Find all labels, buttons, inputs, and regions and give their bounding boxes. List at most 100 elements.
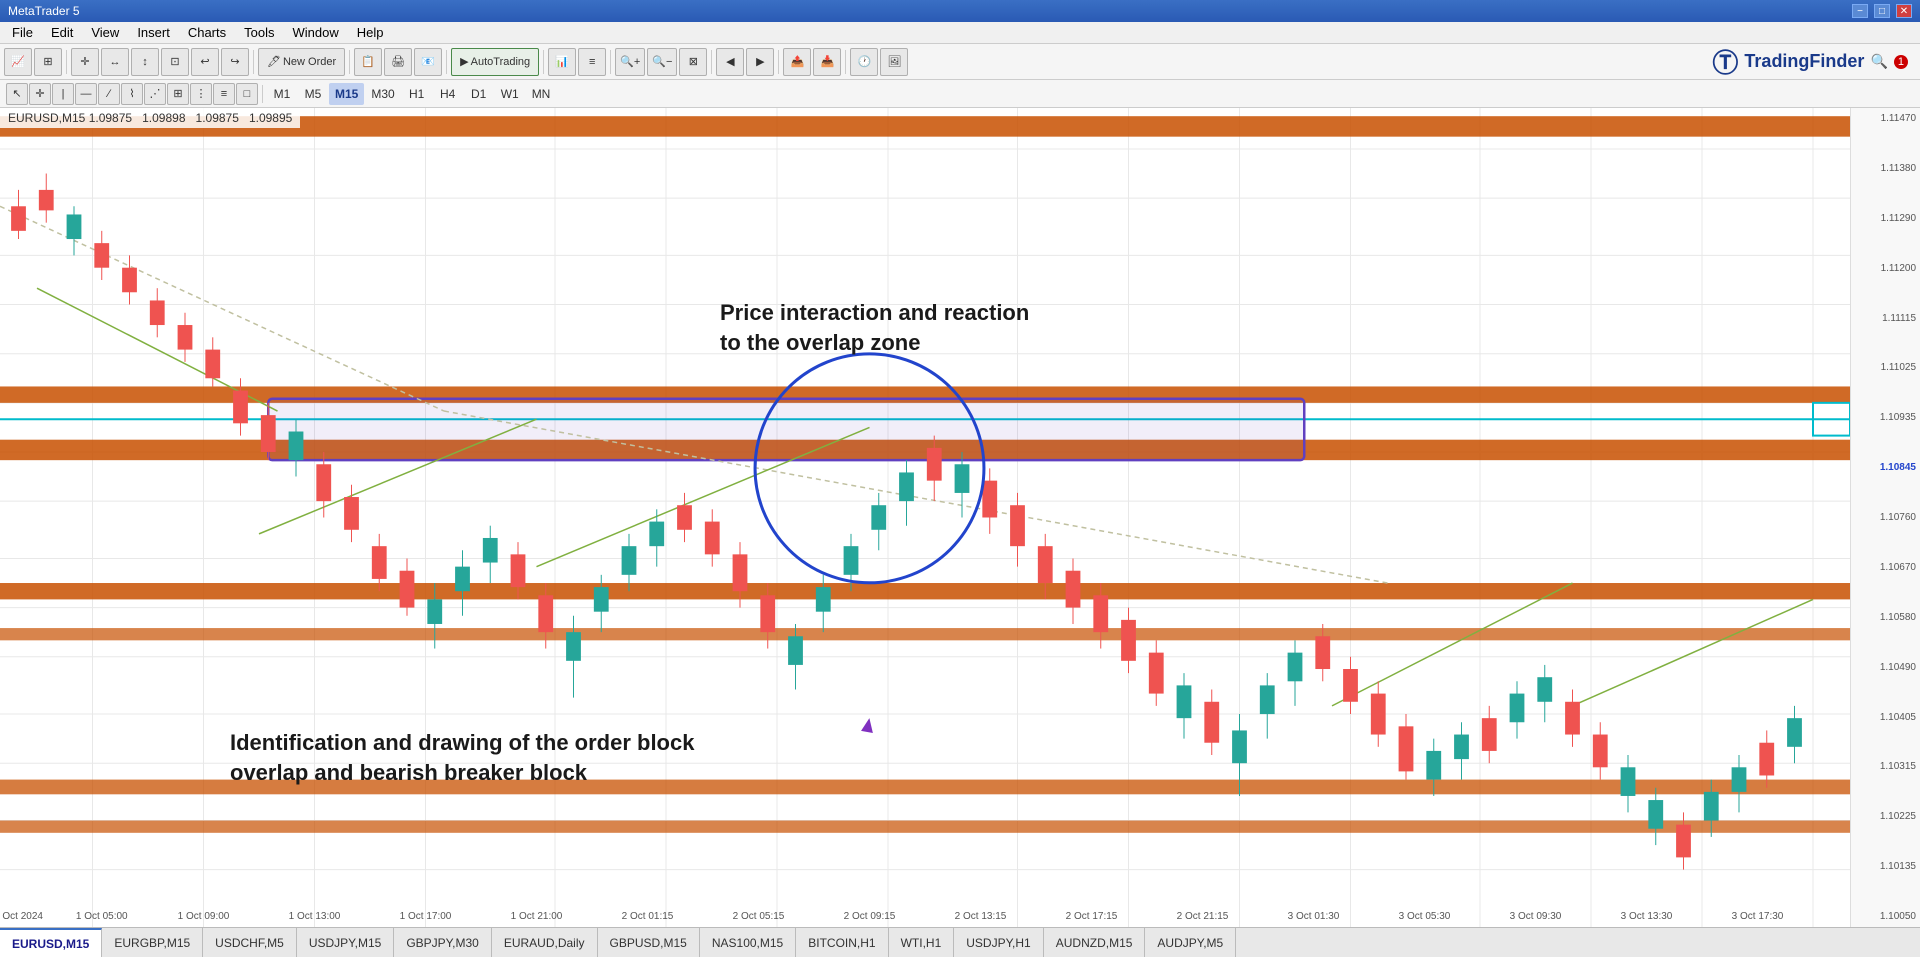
gann-tool[interactable]: ⋮ — [190, 83, 212, 105]
toolbar-sep-2 — [253, 50, 254, 74]
symbol-tab-usdjpy-h1[interactable]: USDJPY,H1 — [954, 928, 1043, 957]
search-icon[interactable]: 🔍 — [1870, 53, 1887, 70]
template-button[interactable]: ⊞ — [34, 48, 62, 76]
tf-d1[interactable]: D1 — [464, 83, 494, 105]
symbol-tab-wti-h1[interactable]: WTI,H1 — [889, 928, 955, 957]
menu-help[interactable]: Help — [349, 23, 392, 42]
crosshair-button[interactable]: ✛ — [71, 48, 99, 76]
autotrading-button[interactable]: ▶ AutoTrading — [451, 48, 539, 76]
symbol-tab-bitcoin-h1[interactable]: BITCOIN,H1 — [796, 928, 888, 957]
svg-text:1 Oct 05:00: 1 Oct 05:00 — [76, 911, 128, 922]
menu-edit[interactable]: Edit — [43, 23, 81, 42]
template-icon: ⊞ — [43, 55, 52, 68]
new-order-label: New Order — [283, 56, 336, 68]
symbol-tab-usdchf-m5[interactable]: USDCHF,M5 — [203, 928, 297, 957]
vline-tool[interactable]: | — [52, 83, 74, 105]
chart-svg[interactable]: 1 Oct 2024 1 Oct 05:00 1 Oct 09:00 1 Oct… — [0, 108, 1850, 927]
window-list-button[interactable]: ⊠ — [679, 48, 707, 76]
text-tool[interactable]: ≡ — [213, 83, 235, 105]
new-chart-button[interactable]: 📈 — [4, 48, 32, 76]
svg-text:1 Oct 09:00: 1 Oct 09:00 — [178, 911, 230, 922]
maximize-button[interactable]: □ — [1874, 4, 1890, 18]
zoom-minus-button[interactable]: 🔍− — [647, 48, 677, 76]
price-label-7: 1.10935 — [1855, 412, 1916, 423]
svg-text:2 Oct 21:15: 2 Oct 21:15 — [1177, 911, 1229, 922]
menu-tools[interactable]: Tools — [236, 23, 282, 42]
menu-view[interactable]: View — [83, 23, 127, 42]
symbol-tab-nas100-m15[interactable]: NAS100,M15 — [700, 928, 796, 957]
shape-tool[interactable]: □ — [236, 83, 258, 105]
title-bar-controls: − □ ✕ — [1852, 4, 1912, 18]
symbol-tab-gbpjpy-m30[interactable]: GBPJPY,M30 — [394, 928, 491, 957]
cursor-tool[interactable]: ↖ — [6, 83, 28, 105]
channel-tool[interactable]: ⌇ — [121, 83, 143, 105]
tf-w1[interactable]: W1 — [495, 83, 525, 105]
price-label-15: 1.10225 — [1855, 811, 1916, 822]
menu-window[interactable]: Window — [284, 23, 346, 42]
menu-bar: File Edit View Insert Charts Tools Windo… — [0, 22, 1920, 44]
tf-m30[interactable]: M30 — [365, 83, 400, 105]
menu-charts[interactable]: Charts — [180, 23, 234, 42]
chart-price-6 — [242, 111, 245, 125]
chart-price-3: 1.09898 — [142, 111, 185, 125]
clock-button[interactable]: 🕐 — [850, 48, 878, 76]
tf-h1[interactable]: H1 — [402, 83, 432, 105]
symbol-tab-usdjpy-m15[interactable]: USDJPY,M15 — [297, 928, 394, 957]
chart-container[interactable]: EURUSD,M15 1.09875 1.09898 1.09875 1.098… — [0, 108, 1920, 927]
tf-m5[interactable]: M5 — [298, 83, 328, 105]
symbol-tab-audnzd-m15[interactable]: AUDNZD,M15 — [1044, 928, 1146, 957]
pitchfork-tool[interactable]: ⋰ — [144, 83, 166, 105]
tf-h4[interactable]: H4 — [433, 83, 463, 105]
price-label-4: 1.11200 — [1855, 263, 1916, 274]
object-list-button[interactable]: ≡ — [578, 48, 606, 76]
hline-tool[interactable]: — — [75, 83, 97, 105]
redo-button[interactable]: ↪ — [221, 48, 249, 76]
email-button[interactable]: 📧 — [414, 48, 442, 76]
menu-file[interactable]: File — [4, 23, 41, 42]
price-label-2: 1.11380 — [1855, 163, 1916, 174]
screenshot-button[interactable]: 🖼 — [880, 48, 908, 76]
symbol-tab-gbpusd-m15[interactable]: GBPUSD,M15 — [598, 928, 700, 957]
chart-info: EURUSD,M15 1.09875 1.09898 1.09875 1.098… — [0, 108, 300, 128]
indicator-button[interactable]: 📊 — [548, 48, 576, 76]
crosshair-tool[interactable]: ✛ — [29, 83, 51, 105]
tf-mn[interactable]: MN — [526, 83, 557, 105]
symbol-tab-eurusd-m15[interactable]: EURUSD,M15 — [0, 928, 102, 957]
symbol-tab-audjpy-m5[interactable]: AUDJPY,M5 — [1145, 928, 1236, 957]
tf-m1[interactable]: M1 — [267, 83, 297, 105]
price-label-12: 1.10490 — [1855, 662, 1916, 673]
buy-button[interactable]: 📤 — [783, 48, 811, 76]
new-order-button[interactable]: 🖊 New Order — [258, 48, 345, 76]
minimize-button[interactable]: − — [1852, 4, 1868, 18]
print-button[interactable]: 🖨 — [384, 48, 412, 76]
close-button[interactable]: ✕ — [1896, 4, 1912, 18]
svg-text:3 Oct 17:30: 3 Oct 17:30 — [1732, 911, 1784, 922]
orange-band-lower1 — [0, 780, 1850, 795]
scroll-button[interactable]: ⊡ — [161, 48, 189, 76]
zoom-plus-button[interactable]: 🔍+ — [615, 48, 645, 76]
notification-badge: 1 — [1894, 55, 1908, 69]
autotrading-icon: ▶ — [460, 55, 468, 68]
autotrading-label: AutoTrading — [471, 56, 531, 68]
svg-text:2 Oct 01:15: 2 Oct 01:15 — [622, 911, 674, 922]
toolbar-sep-8 — [778, 50, 779, 74]
menu-insert[interactable]: Insert — [129, 23, 178, 42]
history-button[interactable]: 📋 — [354, 48, 382, 76]
undo-button[interactable]: ↩ — [191, 48, 219, 76]
price-label-6: 1.11025 — [1855, 362, 1916, 373]
tf-m15[interactable]: M15 — [329, 83, 364, 105]
symbol-tab-euraud-daily[interactable]: EURAUD,Daily — [492, 928, 598, 957]
toolbar-sep-9 — [845, 50, 846, 74]
zoom-in-button[interactable]: ↔ — [101, 48, 129, 76]
nav-left-button[interactable]: ◀ — [716, 48, 744, 76]
chart-price-4 — [189, 111, 192, 125]
svg-text:3 Oct 13:30: 3 Oct 13:30 — [1621, 911, 1673, 922]
fibonacci-tool[interactable]: ⊞ — [167, 83, 189, 105]
chart-symbol-timeframe: EURUSD,M15 — [8, 111, 89, 125]
svg-text:3 Oct 09:30: 3 Oct 09:30 — [1510, 911, 1562, 922]
trendline-tool[interactable]: ∕ — [98, 83, 120, 105]
nav-right-button[interactable]: ▶ — [746, 48, 774, 76]
zoom-out-button[interactable]: ↕ — [131, 48, 159, 76]
sell-button[interactable]: 📥 — [813, 48, 841, 76]
symbol-tab-eurgbp-m15[interactable]: EURGBP,M15 — [102, 928, 203, 957]
